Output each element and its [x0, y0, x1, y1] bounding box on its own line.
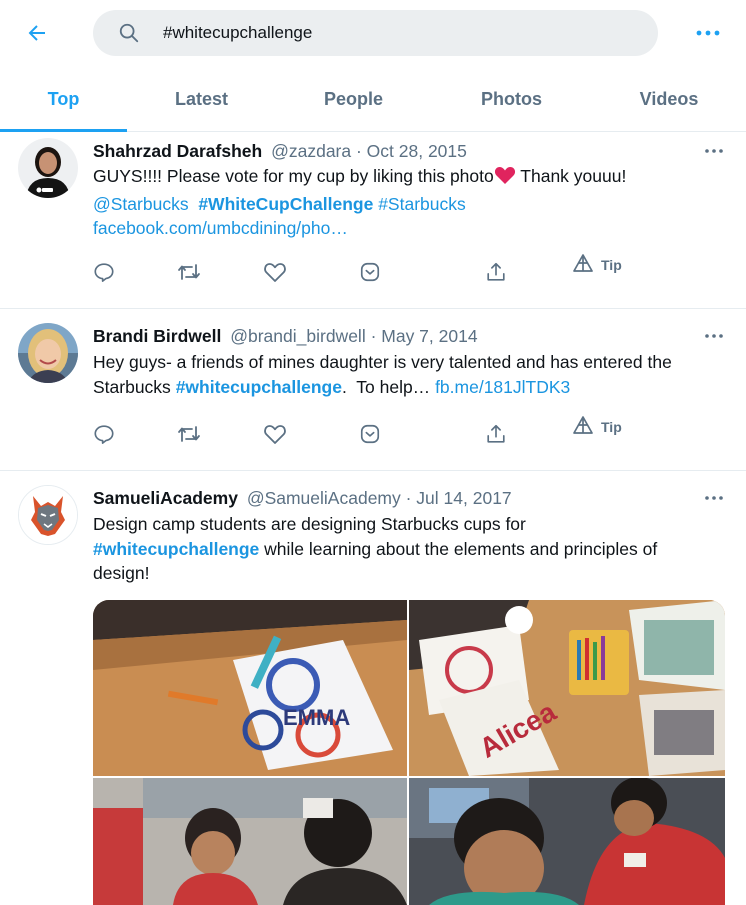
- tweet-text-line: while learning about the elements and pr…: [259, 538, 658, 559]
- tweet-text-line: . To help…: [341, 376, 436, 397]
- hashtag-link[interactable]: #whitecupchallenge: [93, 539, 259, 559]
- tweet-text-line: Starbucks: [93, 376, 176, 397]
- mention-link[interactable]: @Starbucks: [93, 194, 189, 214]
- author-meta: @brandi_birdwell · May 7, 2014: [230, 326, 478, 346]
- svg-text:EMMA: EMMA: [283, 705, 350, 730]
- tweet-text-line: Hey guys- a friends of mines daughter is…: [93, 352, 672, 372]
- like-icon[interactable]: [260, 419, 290, 449]
- tweet-photo[interactable]: EMMA: [93, 600, 407, 776]
- tweet-header: Shahrzad Darafsheh @zazdara · Oct 28, 20…: [93, 141, 467, 162]
- tip-button[interactable]: Tip: [572, 250, 622, 280]
- author-name[interactable]: Brandi Birdwell: [93, 326, 221, 346]
- tweet-text-line: design!: [93, 563, 150, 583]
- search-input[interactable]: [163, 23, 623, 43]
- avatar[interactable]: [18, 138, 78, 198]
- tip-button[interactable]: Tip: [572, 412, 622, 442]
- search-box[interactable]: [93, 10, 658, 56]
- tweet-text-line: Design camp students are designing Starb…: [93, 514, 526, 534]
- tab-people[interactable]: People: [276, 66, 431, 132]
- hashtag-link[interactable]: #Starbucks: [378, 194, 466, 214]
- active-tab-indicator: [0, 129, 127, 132]
- retweet-icon[interactable]: [174, 419, 204, 449]
- shield-down-icon[interactable]: [355, 257, 385, 287]
- hashtag-link[interactable]: #WhiteCupChallenge: [198, 194, 373, 214]
- tab-latest[interactable]: Latest: [127, 66, 276, 132]
- reply-icon[interactable]: [89, 257, 119, 287]
- author-meta: @zazdara · Oct 28, 2015: [271, 141, 467, 161]
- avatar[interactable]: [18, 485, 78, 545]
- tweet-photo[interactable]: [93, 778, 407, 905]
- tweet-actions: Tip: [93, 415, 653, 449]
- tweet-photo[interactable]: [409, 778, 725, 905]
- tab-photos[interactable]: Photos: [431, 66, 592, 132]
- author-meta: @SamueliAcademy · Jul 14, 2017: [246, 488, 512, 508]
- tweet-photo[interactable]: Alicea: [409, 600, 725, 776]
- search-icon: [117, 21, 141, 45]
- tip-label: Tip: [601, 419, 622, 435]
- tweet-header: SamueliAcademy @SamueliAcademy · Jul 14,…: [93, 488, 512, 509]
- tip-label: Tip: [601, 257, 622, 273]
- back-arrow-icon[interactable]: [18, 14, 56, 52]
- tweet-more-icon[interactable]: [700, 141, 728, 161]
- author-name[interactable]: SamueliAcademy: [93, 488, 238, 508]
- tab-top[interactable]: Top: [0, 66, 127, 132]
- tweet-text-line: GUYS!!!! Please vote for my cup by likin…: [93, 166, 494, 186]
- tweet-text: Hey guys- a friends of mines daughter is…: [93, 350, 723, 399]
- hashtag-link[interactable]: #whitecupchallenge: [176, 377, 342, 397]
- avatar[interactable]: [18, 323, 78, 383]
- retweet-icon[interactable]: [174, 257, 204, 287]
- tweet-photo-grid[interactable]: EMMA Alicea: [93, 600, 725, 905]
- share-icon[interactable]: [481, 419, 511, 449]
- tweet[interactable]: Shahrzad Darafsheh @zazdara · Oct 28, 20…: [0, 133, 746, 309]
- tweet-text: GUYS!!!! Please vote for my cup by likin…: [93, 164, 723, 241]
- tweet-more-icon[interactable]: [700, 488, 728, 508]
- tweet-header: Brandi Birdwell @brandi_birdwell · May 7…: [93, 326, 478, 347]
- author-name[interactable]: Shahrzad Darafsheh: [93, 141, 262, 161]
- tip-icon: [572, 253, 594, 278]
- like-icon[interactable]: [260, 257, 290, 287]
- tweet-actions: Tip: [93, 253, 653, 287]
- reply-icon[interactable]: [89, 419, 119, 449]
- tweet-text-line: Thank youuu!: [515, 166, 627, 186]
- tip-icon: [572, 415, 594, 440]
- external-link[interactable]: facebook.com/umbcdining/pho…: [93, 218, 348, 238]
- external-link[interactable]: fb.me/181JlTDK3: [435, 377, 570, 397]
- tweet-text: Design camp students are designing Starb…: [93, 512, 723, 586]
- tweet-more-icon[interactable]: [700, 326, 728, 346]
- more-options-icon[interactable]: [690, 18, 726, 48]
- shield-down-icon[interactable]: [355, 419, 385, 449]
- top-bar: [0, 0, 746, 66]
- share-icon[interactable]: [481, 257, 511, 287]
- tweet[interactable]: Brandi Birdwell @brandi_birdwell · May 7…: [0, 309, 746, 471]
- tab-videos[interactable]: Videos: [592, 66, 746, 132]
- red-heart-emoji-icon: [494, 165, 516, 192]
- search-tabs: Top Latest People Photos Videos: [0, 66, 746, 132]
